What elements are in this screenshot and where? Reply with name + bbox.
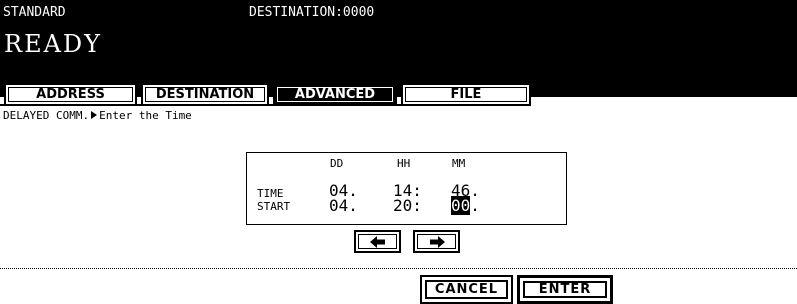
right-arrow-icon bbox=[429, 235, 445, 248]
left-arrow-icon bbox=[369, 235, 385, 248]
time-entry-panel: DD HH MM TIME 04. 14: 46. START 04. 20: … bbox=[246, 152, 567, 225]
tab-file[interactable]: FILE bbox=[401, 83, 531, 106]
tab-file-label: FILE bbox=[405, 87, 527, 102]
column-header-minute: MM bbox=[452, 157, 466, 170]
breadcrumb: DELAYED COMM. Enter the Time bbox=[3, 109, 192, 122]
tab-underline bbox=[0, 104, 531, 106]
cursor-right-button-face bbox=[417, 234, 456, 249]
tab-address[interactable]: ADDRESS bbox=[4, 83, 137, 106]
footer-separator bbox=[0, 268, 797, 269]
enter-button-label: ENTER bbox=[523, 281, 607, 298]
cancel-button[interactable]: CANCEL bbox=[420, 275, 513, 304]
cursor-left-button[interactable] bbox=[354, 230, 401, 253]
row-label-time: TIME bbox=[257, 187, 284, 200]
column-header-hour: HH bbox=[397, 157, 411, 170]
start-time-hour[interactable]: 20: bbox=[393, 198, 422, 214]
tab-address-label: ADDRESS bbox=[8, 87, 133, 102]
tab-destination[interactable]: DESTINATION bbox=[141, 83, 269, 106]
breadcrumb-section: DELAYED COMM. bbox=[3, 109, 90, 122]
start-time-day[interactable]: 04. bbox=[329, 198, 358, 214]
start-time-minute-suffix: . bbox=[470, 196, 480, 215]
cancel-button-label: CANCEL bbox=[425, 280, 508, 299]
cursor-left-button-face bbox=[358, 234, 397, 249]
right-triangle-icon bbox=[91, 111, 98, 119]
tab-advanced[interactable]: ADVANCED bbox=[273, 83, 397, 106]
machine-status: READY bbox=[4, 30, 103, 58]
destination-label: DESTINATION: bbox=[249, 5, 343, 20]
enter-button[interactable]: ENTER bbox=[517, 275, 613, 304]
row-label-start: START bbox=[257, 200, 291, 213]
breadcrumb-instruction: Enter the Time bbox=[99, 109, 192, 122]
start-time-minute-cursor[interactable]: 00 bbox=[451, 196, 471, 215]
cursor-right-button[interactable] bbox=[413, 230, 460, 253]
copy-mode: STANDARD bbox=[3, 5, 66, 20]
column-header-day: DD bbox=[330, 157, 344, 170]
start-time-minute-field[interactable]: 00. bbox=[451, 196, 480, 215]
tab-destination-label: DESTINATION bbox=[145, 87, 265, 102]
destination-counter: DESTINATION:0000 bbox=[249, 5, 374, 20]
tab-advanced-label: ADVANCED bbox=[277, 87, 393, 102]
destination-value: 0000 bbox=[342, 5, 375, 20]
